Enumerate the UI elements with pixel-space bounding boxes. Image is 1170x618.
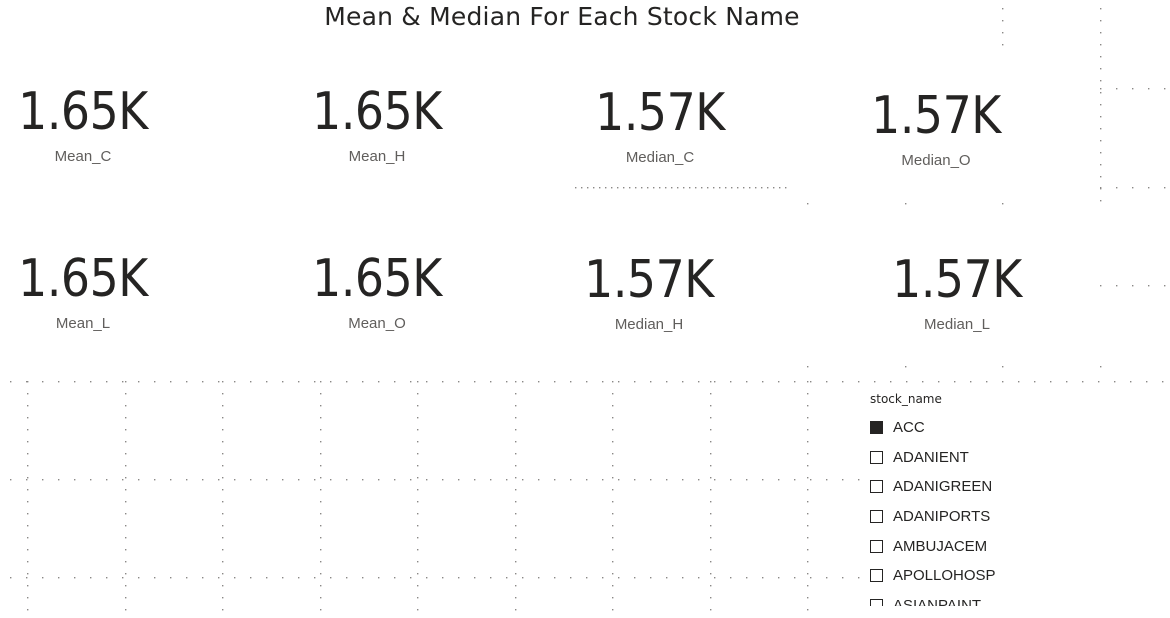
card-label: Mean_L [55,315,111,332]
checkbox-icon[interactable] [870,480,883,494]
card-mean-o[interactable]: 1.65K Mean_O [257,251,497,332]
card-mean-c[interactable]: 1.65K Mean_C [0,84,203,165]
card-label: Median_L [924,316,990,333]
card-label: Median_C [625,149,695,166]
card-mean-h[interactable]: 1.65K Mean_H [257,84,497,165]
slicer-item-label: ASIANPAINT [893,596,982,606]
slicer-item-acc[interactable]: ACC [866,413,1066,443]
slicer-item-label: ADANIENT [893,448,969,466]
checkbox-icon[interactable] [870,539,883,553]
card-label: Mean_O [348,315,406,332]
slicer-item-ambujacem[interactable]: AMBUJACEM [866,531,1066,561]
card-label: Mean_H [348,148,406,165]
card-value: 1.65K [18,249,148,309]
card-label: Median_H [614,316,684,333]
card-value: 1.57K [871,86,1001,146]
card-value: 1.57K [595,83,725,143]
card-mean-l[interactable]: 1.65K Mean_L [0,251,203,332]
slicer-item-adanigreen[interactable]: ADANIGREEN [866,472,1066,502]
card-median-l[interactable]: 1.57K Median_L [837,252,1077,333]
slicer-item-label: ADANIGREEN [893,478,993,496]
checkbox-checked-icon[interactable] [870,421,883,435]
card-value: 1.57K [584,250,714,310]
card-median-o[interactable]: 1.57K Median_O [816,88,1056,169]
slicer-item-asianpaint[interactable]: ASIANPAINT [866,591,1066,606]
card-label: Mean_C [54,148,112,165]
card-label: Median_O [901,152,971,169]
card-median-c[interactable]: 1.57K Median_C [540,85,780,166]
slicer-item-label: APOLLOHOSP [893,567,996,585]
stock-name-slicer[interactable]: stock_name ACC ADANIENT ADANIGREEN ADANI… [866,392,1066,606]
slicer-item-label: AMBUJACEM [893,537,988,555]
card-value: 1.65K [18,82,148,142]
checkbox-icon[interactable] [870,598,883,606]
slicer-item-adanient[interactable]: ADANIENT [866,443,1066,473]
checkbox-icon[interactable] [870,510,883,524]
card-value: 1.57K [892,250,1022,310]
slicer-item-label: ADANIPORTS [893,508,991,526]
slicer-item-apollohosp[interactable]: APOLLOHOSP [866,561,1066,591]
slicer-header: stock_name [870,392,942,406]
slicer-item-label: ACC [893,419,925,437]
slicer-item-adaniports[interactable]: ADANIPORTS [866,502,1066,532]
card-value: 1.65K [312,82,442,142]
page-title: Mean & Median For Each Stock Name [324,2,800,31]
card-value: 1.65K [312,249,442,309]
report-canvas: Mean & Median For Each Stock Name 1.65K … [0,0,1170,618]
checkbox-icon[interactable] [870,569,883,583]
card-median-h[interactable]: 1.57K Median_H [529,252,769,333]
checkbox-icon[interactable] [870,450,883,464]
